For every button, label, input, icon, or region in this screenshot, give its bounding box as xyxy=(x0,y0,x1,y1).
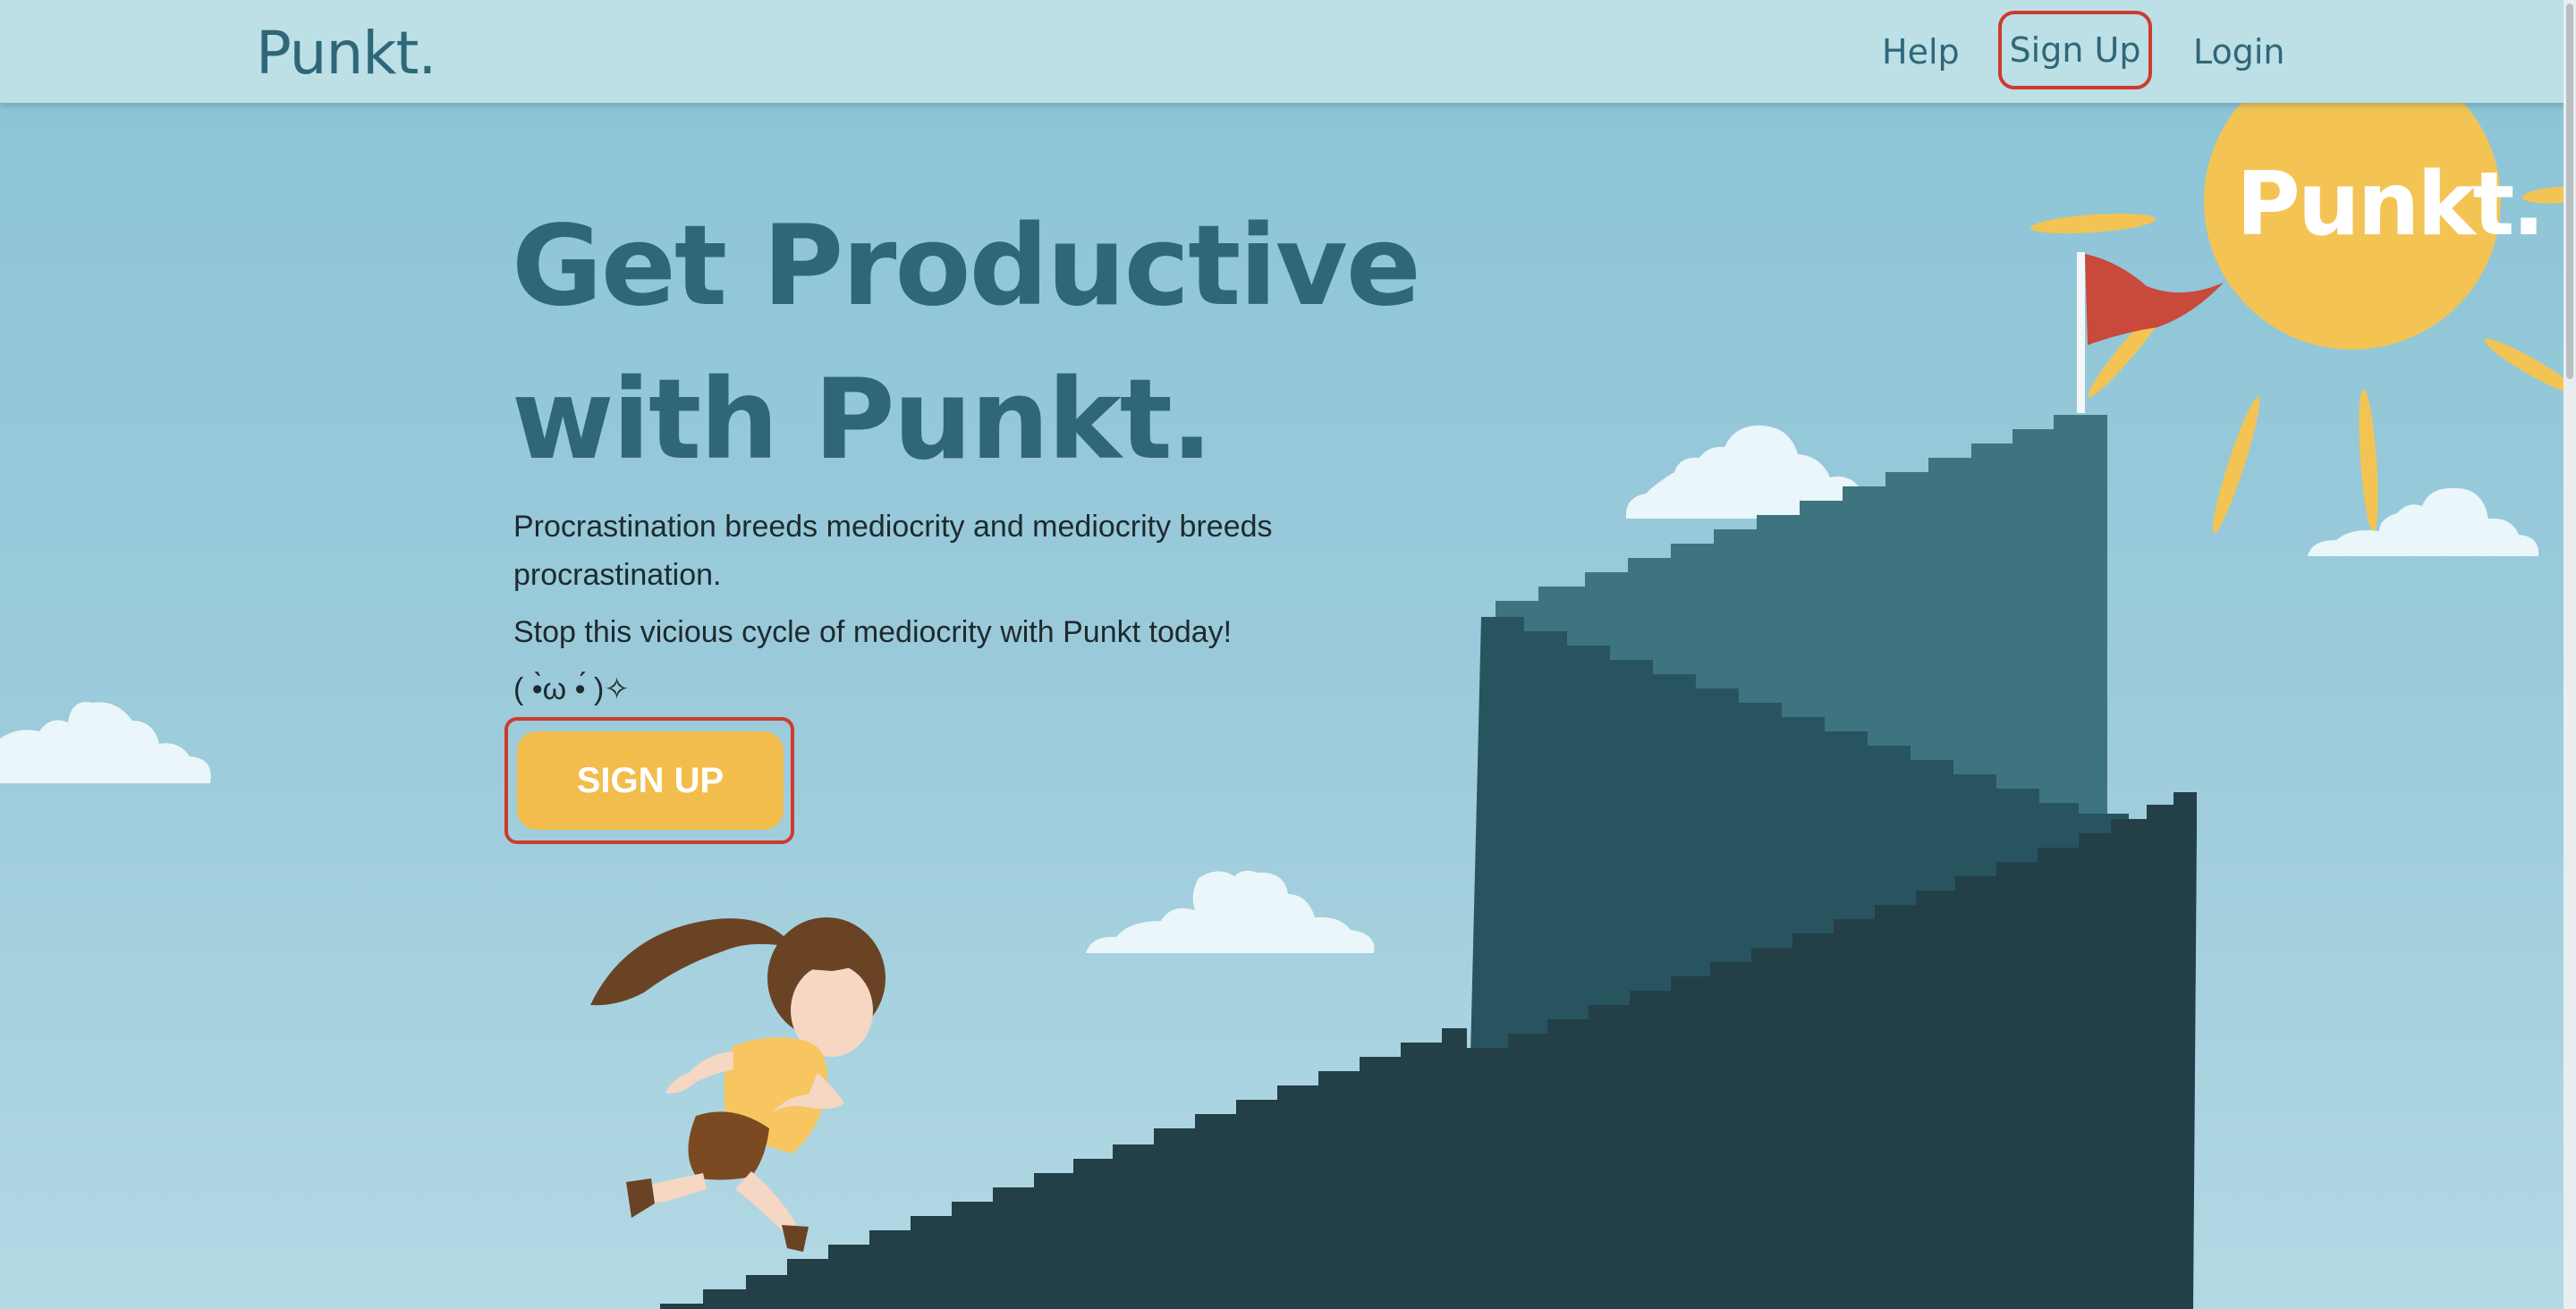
hero-paragraph: Stop this vicious cycle of mediocrity wi… xyxy=(513,615,1233,649)
cloud xyxy=(1086,870,1375,953)
hero-emoticon: ( •̀ω •́ )✧ xyxy=(513,672,630,706)
landing-page: Punkt. Punkt. Help Sign Up Login Get Pro… xyxy=(0,0,2576,1309)
flag-icon xyxy=(2085,254,2224,345)
running-girl-illustration xyxy=(590,917,886,1252)
scrollbar-thumb[interactable] xyxy=(2566,4,2573,379)
nav-help-link[interactable]: Help xyxy=(1882,27,1960,77)
top-navbar: Punkt. Help Sign Up Login xyxy=(0,0,2576,103)
signup-cta-button[interactable]: SIGN UP xyxy=(517,731,784,830)
cloud xyxy=(0,701,211,783)
nav-signup-link[interactable]: Sign Up xyxy=(1998,11,2152,89)
sun-logo-text: Punkt. xyxy=(2236,154,2546,256)
flag-pole xyxy=(2077,252,2085,413)
hero-title: Get Productive with Punkt. xyxy=(512,202,1421,485)
nav-login-link[interactable]: Login xyxy=(2193,27,2285,77)
hero-paragraph: Procrastination breeds mediocrity and me… xyxy=(513,510,1273,592)
cloud xyxy=(2308,487,2539,556)
brand-logo[interactable]: Punkt. xyxy=(256,18,436,89)
